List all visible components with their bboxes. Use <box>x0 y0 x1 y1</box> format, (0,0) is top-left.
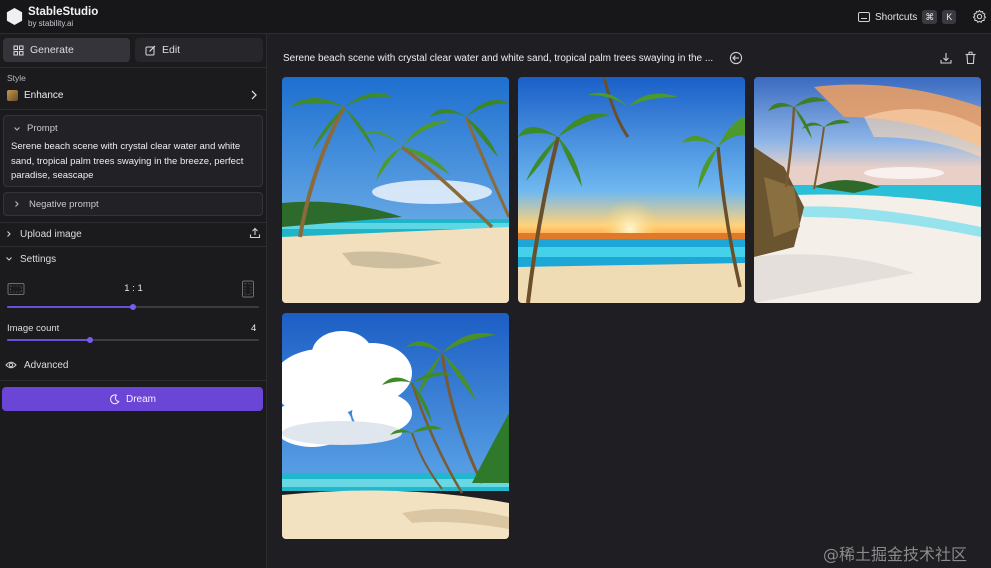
settings-header[interactable]: Settings <box>5 252 261 266</box>
prompt-input[interactable]: Serene beach scene with crystal clear wa… <box>11 140 256 184</box>
gear-icon[interactable] <box>972 9 987 24</box>
edit-icon <box>145 45 156 55</box>
upload-icon[interactable] <box>249 227 261 239</box>
image-count-slider-fill <box>7 339 91 341</box>
divider <box>0 109 267 110</box>
download-icon[interactable] <box>939 51 953 65</box>
image-count-slider-handle[interactable] <box>87 337 94 343</box>
trash-icon[interactable] <box>964 51 977 65</box>
chevron-down-icon <box>14 126 20 131</box>
generation-title: Serene beach scene with crystal clear wa… <box>283 53 714 64</box>
aspect-ratio-slider-handle[interactable] <box>130 304 136 310</box>
beach-sunset-image <box>518 77 745 303</box>
sidebar: Generate Edit Style Enhance Prompt Seren… <box>0 34 267 568</box>
shortcuts-button[interactable]: Shortcuts ⌘ K <box>858 10 957 24</box>
beach-clouds-image <box>282 313 509 539</box>
moon-icon <box>110 393 120 404</box>
negative-prompt-label: Negative prompt <box>29 198 99 210</box>
divider <box>0 222 267 223</box>
divider <box>0 246 267 247</box>
upload-image-label: Upload image <box>20 228 82 240</box>
generated-image-2[interactable] <box>518 77 745 303</box>
advanced-label: Advanced <box>24 359 69 371</box>
upload-image-row[interactable]: Upload image <box>5 227 261 241</box>
prompt-label: Prompt <box>27 123 58 134</box>
grid-icon <box>13 45 24 55</box>
tab-generate-label: Generate <box>30 44 74 56</box>
chevron-right-icon <box>7 231 11 237</box>
dream-button[interactable]: Dream <box>2 387 263 411</box>
shortcut-key-cmd: ⌘ <box>922 10 938 24</box>
chevron-down-icon <box>6 257 12 261</box>
app-name: StableStudio <box>28 6 99 18</box>
beach-palms-image <box>282 77 509 303</box>
aspect-ratio-slider-fill <box>7 306 133 308</box>
top-bar: StableStudio by stability.ai Shortcuts ⌘… <box>0 0 991 34</box>
aspect-ratio-value: 1 : 1 <box>124 283 143 294</box>
generated-image-3[interactable] <box>754 77 981 303</box>
chevron-right-icon <box>15 201 19 207</box>
style-value: Enhance <box>24 89 64 101</box>
image-count-slider[interactable] <box>7 337 259 343</box>
advanced-toggle[interactable]: Advanced <box>5 358 261 372</box>
tab-edit-label: Edit <box>162 44 181 56</box>
generated-image-4[interactable] <box>282 313 509 539</box>
portrait-frame-icon[interactable] <box>241 280 255 298</box>
brand: StableStudio by stability.ai <box>28 6 98 28</box>
image-count-value: 4 <box>251 323 257 334</box>
chevron-right-icon <box>251 90 257 100</box>
negative-prompt-panel[interactable]: Negative prompt <box>3 192 263 216</box>
generated-image-1[interactable] <box>282 77 509 303</box>
style-label: Style <box>7 73 26 83</box>
tab-edit[interactable]: Edit <box>135 38 263 62</box>
beach-rocks-image <box>754 77 981 303</box>
stablestudio-logo-icon <box>6 7 23 26</box>
eye-icon <box>5 361 17 369</box>
prompt-panel[interactable]: Prompt Serene beach scene with crystal c… <box>3 115 263 187</box>
style-selector[interactable]: Enhance <box>7 88 259 102</box>
style-thumbnail <box>7 89 18 101</box>
keyboard-icon <box>858 12 870 22</box>
image-count-label: Image count <box>7 323 60 334</box>
settings-label: Settings <box>20 253 57 265</box>
reuse-prompt-icon[interactable] <box>729 51 743 65</box>
watermark: @稀土掘金技术社区 <box>823 545 968 564</box>
divider <box>0 67 267 68</box>
prompt-header[interactable]: Prompt <box>13 123 58 134</box>
shortcuts-label: Shortcuts <box>875 11 918 23</box>
app-byline: by stability.ai <box>28 19 74 28</box>
aspect-ratio-slider[interactable] <box>7 304 259 310</box>
divider <box>0 380 267 381</box>
shortcut-key-k: K <box>942 10 957 24</box>
tab-generate[interactable]: Generate <box>3 38 130 62</box>
dream-label: Dream <box>125 393 156 405</box>
